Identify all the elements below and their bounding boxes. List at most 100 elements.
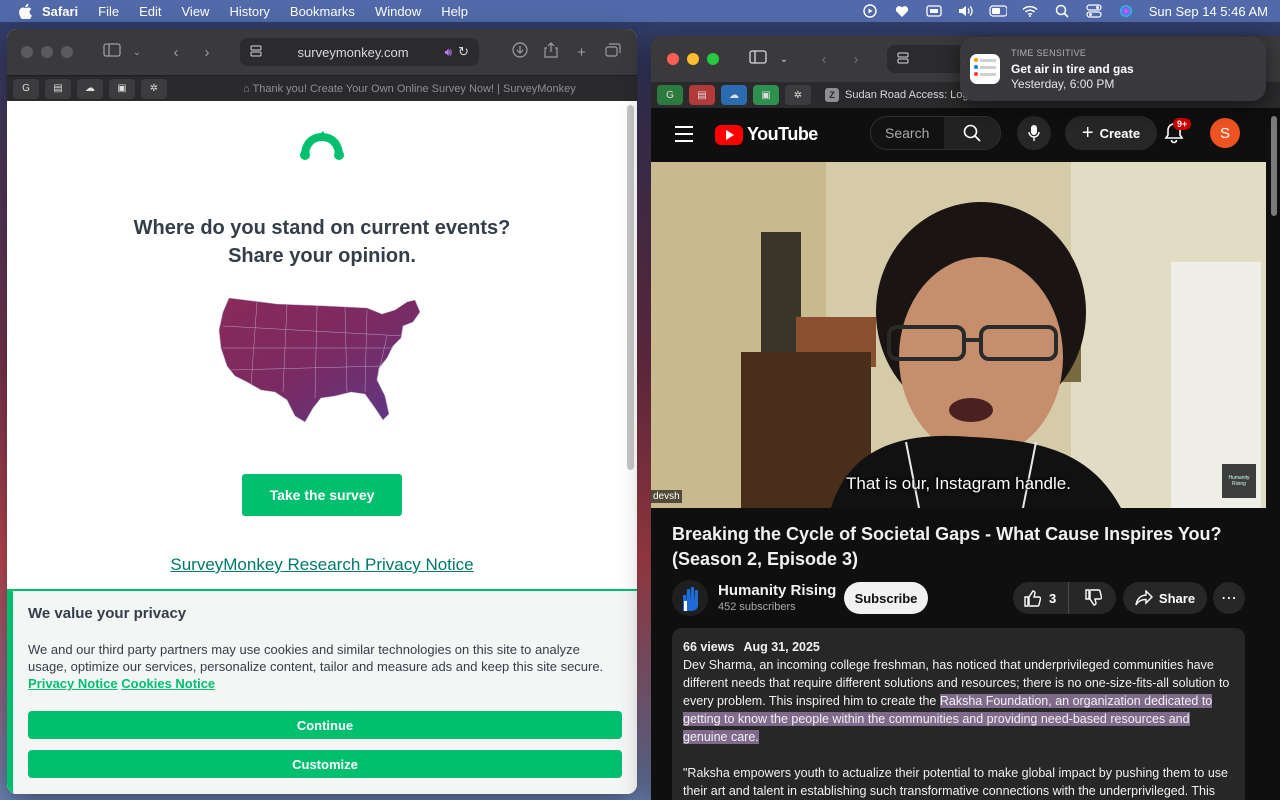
sidebar-toggle-icon[interactable] xyxy=(101,43,122,61)
close-window-button[interactable] xyxy=(21,46,33,58)
account-avatar[interactable]: S xyxy=(1210,118,1240,148)
address-bar[interactable]: surveymonkey.com 🔊︎ ↻ xyxy=(239,38,480,66)
search-input[interactable]: Search xyxy=(871,125,944,141)
take-survey-button[interactable]: Take the survey xyxy=(242,474,402,516)
youtube-logo[interactable]: YouTube xyxy=(715,124,818,145)
pinned-tab-grammarly-right[interactable]: G xyxy=(657,85,683,105)
minimize-window-button-right[interactable] xyxy=(687,53,699,65)
active-tab-title-right[interactable]: Z Sudan Road Access: Log xyxy=(825,88,969,102)
zoom-window-button[interactable] xyxy=(61,46,73,58)
youtube-header: YouTube Search + Create 9+ S xyxy=(651,108,1280,162)
video-caption: That is our, Instagram handle. xyxy=(846,474,1071,493)
customize-button[interactable]: Customize xyxy=(28,750,622,778)
pinned-tab-slides[interactable]: ▤ xyxy=(45,78,71,99)
pinned-tab-openai-right[interactable]: ✲ xyxy=(785,85,811,105)
menu-help[interactable]: Help xyxy=(441,4,468,19)
page-settings-icon[interactable] xyxy=(250,45,262,60)
share-button[interactable]: Share xyxy=(1123,582,1207,614)
notification-tag: TIME SENSITIVE xyxy=(1011,48,1087,58)
pinned-tab-cloud[interactable]: ☁ xyxy=(77,78,103,99)
downloads-icon[interactable] xyxy=(509,42,530,62)
menu-bookmarks[interactable]: Bookmarks xyxy=(290,4,355,19)
search-button[interactable] xyxy=(944,117,1000,149)
back-icon[interactable]: ‹ xyxy=(166,44,187,61)
now-playing-icon[interactable] xyxy=(861,4,879,18)
pinned-tab-cloud-right[interactable]: ☁ xyxy=(721,85,747,105)
surveymonkey-logo-icon[interactable] xyxy=(299,129,345,168)
cookies-notice-link[interactable]: Cookies Notice xyxy=(121,676,215,691)
menu-window[interactable]: Window xyxy=(375,4,421,19)
heart-icon[interactable] xyxy=(893,4,911,18)
status-area: Sun Sep 14 5:46 AM xyxy=(861,0,1268,22)
cookie-banner-text: We and our third party partners may use … xyxy=(28,641,608,692)
reminder-notification[interactable]: TIME SENSITIVE Get air in tire and gas Y… xyxy=(960,37,1266,101)
zoom-window-button-right[interactable] xyxy=(707,53,719,65)
forward-icon[interactable]: › xyxy=(197,44,218,61)
reload-icon[interactable]: ↻ xyxy=(458,44,469,60)
video-description[interactable]: 66 views Aug 31, 2025 Dev Sharma, an inc… xyxy=(672,628,1245,800)
volume-icon[interactable] xyxy=(957,4,975,18)
display-icon[interactable] xyxy=(925,4,943,18)
tab-title-text-right: Sudan Road Access: Log xyxy=(845,89,969,101)
pinned-tab-slides-right[interactable]: ▤ xyxy=(689,85,715,105)
battery-icon[interactable] xyxy=(989,4,1007,18)
minimize-window-button[interactable] xyxy=(41,46,53,58)
pinned-tab-classroom[interactable]: ▣ xyxy=(109,78,135,99)
microphone-icon xyxy=(1028,125,1040,141)
share-label: Share xyxy=(1158,590,1196,606)
tab-favicon-icon-right: Z xyxy=(825,88,839,102)
menu-clock[interactable]: Sun Sep 14 5:46 AM xyxy=(1149,4,1268,19)
spotlight-search-icon[interactable] xyxy=(1053,4,1071,18)
sidebar-toggle-icon-right[interactable] xyxy=(747,50,769,68)
notification-title: Get air in tire and gas xyxy=(1011,62,1134,76)
back-icon-right[interactable]: ‹ xyxy=(813,51,835,68)
pinned-tab-grammarly[interactable]: G xyxy=(13,78,39,99)
menu-bar: Safari File Edit View History Bookmarks … xyxy=(0,0,1280,22)
more-horizontal-icon: ⋯ xyxy=(1221,590,1237,607)
menu-edit[interactable]: Edit xyxy=(139,4,161,19)
notification-time: Yesterday, 6:00 PM xyxy=(1011,77,1115,91)
page-scrollbar[interactable] xyxy=(627,105,634,470)
pinned-tab-openai[interactable]: ✲ xyxy=(141,78,167,99)
window-controls xyxy=(21,46,73,58)
wifi-icon[interactable] xyxy=(1021,4,1039,18)
research-privacy-notice-link[interactable]: SurveyMonkey Research Privacy Notice xyxy=(7,555,637,575)
channel-watermark[interactable]: Humanity Rising xyxy=(1222,464,1256,498)
tab-overview-icon[interactable] xyxy=(602,43,623,61)
close-window-button-right[interactable] xyxy=(667,53,679,65)
create-button[interactable]: + Create xyxy=(1065,116,1157,150)
more-actions-button[interactable]: ⋯ xyxy=(1213,582,1245,614)
active-tab-title[interactable]: ⌂ Thank you! Create Your Own Online Surv… xyxy=(243,83,576,95)
description-paragraph-1: Dev Sharma, an incoming college freshman… xyxy=(683,656,1234,746)
continue-button[interactable]: Continue xyxy=(28,711,622,739)
apple-menu-icon[interactable] xyxy=(18,3,32,19)
control-center-icon[interactable] xyxy=(1085,4,1103,18)
menu-file[interactable]: File xyxy=(98,4,119,19)
siri-icon[interactable] xyxy=(1117,4,1135,18)
like-button[interactable]: 3 xyxy=(1013,582,1069,614)
pinned-tab-classroom-right[interactable]: ▣ xyxy=(753,85,779,105)
voice-search-button[interactable] xyxy=(1017,116,1051,150)
privacy-notice-link[interactable]: Privacy Notice xyxy=(28,676,118,691)
chevron-down-icon-right[interactable]: ⌄ xyxy=(779,54,789,65)
page-scrollbar-right[interactable] xyxy=(1271,116,1277,216)
video-player[interactable]: That is our, Instagram handle. devsh Hum… xyxy=(651,162,1266,508)
youtube-search-box[interactable]: Search xyxy=(870,116,1001,150)
menu-view[interactable]: View xyxy=(182,4,210,19)
chevron-down-icon[interactable]: ⌄ xyxy=(132,47,142,58)
page-settings-icon-right[interactable] xyxy=(897,52,909,67)
forward-icon-right[interactable]: › xyxy=(845,51,867,68)
share-icon[interactable] xyxy=(540,42,561,62)
hamburger-menu-icon[interactable] xyxy=(675,126,693,147)
thumbs-up-icon xyxy=(1024,590,1041,607)
menu-history[interactable]: History xyxy=(229,4,269,19)
menu-app-name[interactable]: Safari xyxy=(42,4,78,19)
channel-avatar[interactable] xyxy=(672,580,708,616)
subscribe-button[interactable]: Subscribe xyxy=(844,582,928,614)
new-tab-icon[interactable]: + xyxy=(571,44,592,61)
channel-name[interactable]: Humanity Rising xyxy=(718,582,836,599)
plus-icon: + xyxy=(1081,121,1094,144)
audio-playing-icon[interactable]: 🔊︎ xyxy=(445,45,453,60)
window-controls-right xyxy=(667,53,719,65)
dislike-button[interactable] xyxy=(1069,589,1116,607)
